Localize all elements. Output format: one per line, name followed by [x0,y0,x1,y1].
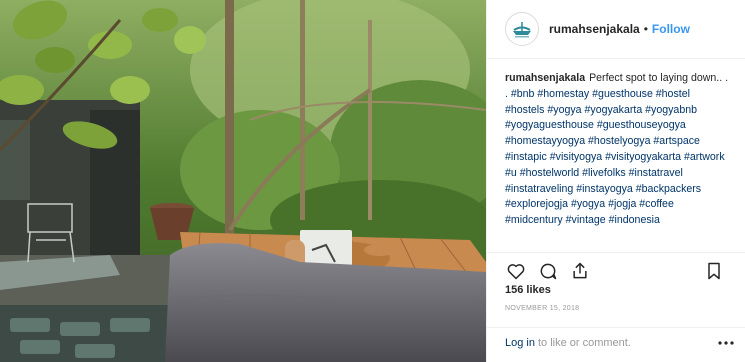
action-bar [487,252,745,285]
boat-logo-icon [513,22,531,38]
caption-username[interactable]: rumahsenjakala [505,72,585,84]
header-username[interactable]: rumahsenjakala [549,22,640,36]
instagram-post: rumahsenjakala • Follow rumahsenjakala Pe… [0,0,745,362]
avatar[interactable] [505,12,539,46]
share-icon[interactable] [569,260,591,282]
caption-text: Perfect spot to laying down.. . [589,72,729,84]
comment-icon[interactable] [537,260,559,282]
heart-icon[interactable] [505,260,527,282]
post-photo[interactable] [0,0,486,362]
login-link[interactable]: Log in [505,337,535,349]
more-icon[interactable] [717,337,735,349]
post-photo-image [0,0,486,362]
post-details-panel: rumahsenjakala • Follow rumahsenjakala Pe… [486,0,745,362]
likes-count[interactable]: 156 likes [505,284,551,296]
follow-button[interactable]: Follow [652,22,690,36]
caption-hashtags[interactable]: . #bnb #homestay #guesthouse #hostel #ho… [505,88,725,226]
bookmark-icon[interactable] [703,260,725,282]
separator-dot: • [643,22,648,36]
post-date: NOVEMBER 15, 2018 [505,305,580,312]
post-header: rumahsenjakala • Follow [487,0,745,59]
login-text: to like or comment. [537,337,631,349]
post-caption: rumahsenjakala Perfect spot to laying dow… [487,59,745,249]
login-prompt: Log in to like or comment. [487,327,745,349]
